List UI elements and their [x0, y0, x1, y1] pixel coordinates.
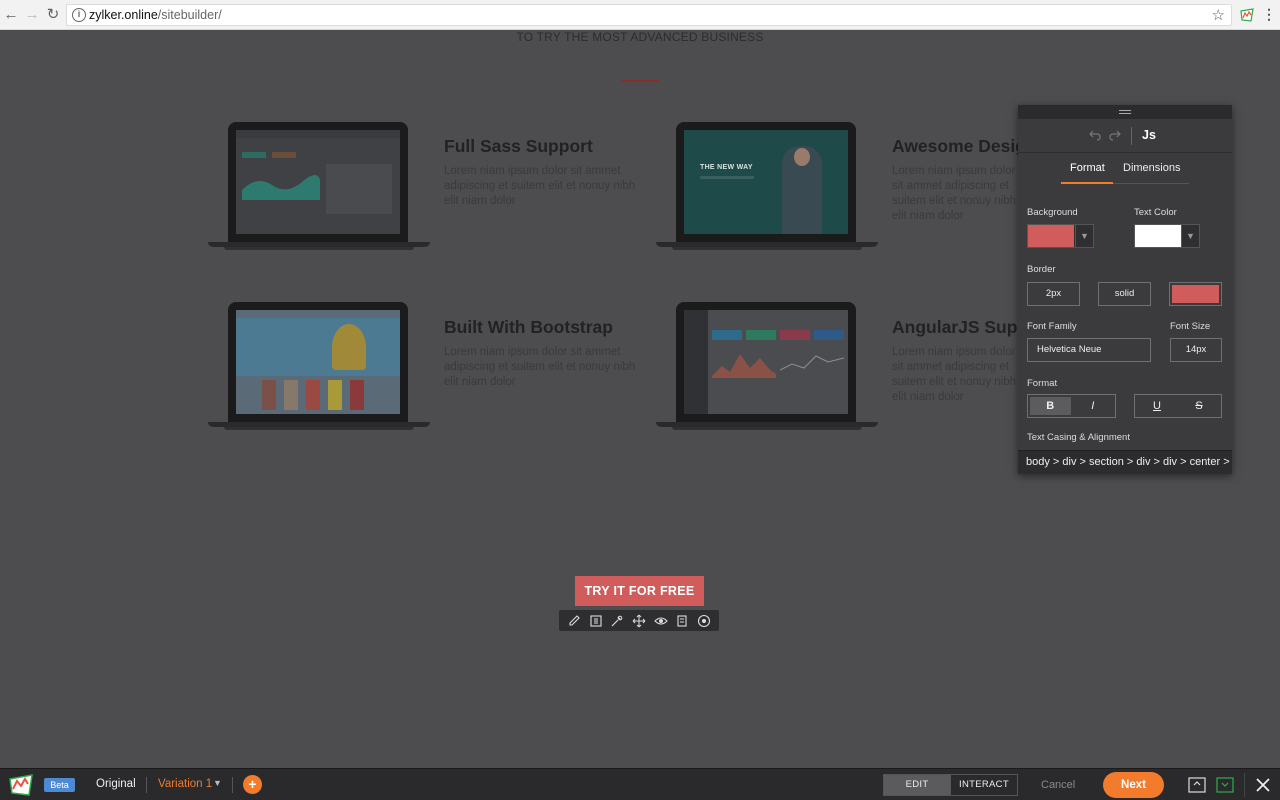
feature-title: Awesome Design	[892, 136, 1037, 156]
font-size-label: Font Size	[1170, 321, 1211, 332]
address-bar[interactable]: i zylker.online/sitebuilder/ ☆	[66, 4, 1232, 26]
extension-icon[interactable]	[1240, 8, 1254, 22]
back-icon[interactable]: ←	[2, 6, 20, 24]
original-variation-tab[interactable]: Original	[96, 778, 136, 790]
mode-toggle: EDIT INTERACT	[883, 774, 1018, 796]
bold-button[interactable]: B	[1030, 397, 1071, 415]
edit-mode-button[interactable]: EDIT	[884, 775, 950, 795]
laptop-mockup-bootstrap	[208, 302, 430, 432]
browser-toolbar: ← → ↻ i zylker.online/sitebuilder/ ☆ ⋮	[0, 0, 1280, 30]
editor-bottom-bar: Beta Original Variation 1 ▼ + EDIT INTER…	[0, 768, 1280, 800]
next-button[interactable]: Next	[1103, 772, 1164, 798]
interact-mode-button[interactable]: INTERACT	[950, 775, 1017, 795]
border-label: Border	[1027, 264, 1056, 275]
add-variation-button[interactable]: +	[243, 775, 262, 794]
text-casing-label: Text Casing & Alignment	[1027, 432, 1130, 443]
font-family-label: Font Family	[1027, 321, 1077, 332]
redo-icon[interactable]	[1108, 128, 1122, 142]
font-family-field[interactable]: Helvetica Neue	[1027, 338, 1151, 362]
move-icon[interactable]	[632, 614, 646, 628]
hero-subtitle: TO TRY THE MOST ADVANCED BUSINESS	[516, 30, 764, 44]
element-toolbar	[559, 610, 719, 631]
close-icon[interactable]	[1254, 775, 1272, 795]
feature-title: Built With Bootstrap	[444, 317, 613, 337]
forward-icon[interactable]: →	[23, 6, 41, 24]
border-color-picker[interactable]	[1169, 282, 1222, 306]
desktop-view-icon[interactable]	[1187, 775, 1207, 795]
laptop-mockup-landing: THE NEW WAY	[656, 122, 878, 252]
js-mode-label[interactable]: Js	[1142, 128, 1156, 142]
strikethrough-button[interactable]: S	[1179, 397, 1219, 415]
underline-strike-group: U S	[1134, 394, 1222, 418]
reload-icon[interactable]: ↻	[44, 6, 62, 24]
tab-dimensions[interactable]: Dimensions	[1123, 162, 1180, 174]
border-style-field[interactable]: solid	[1098, 282, 1151, 306]
text-color-picker[interactable]: ▼	[1134, 224, 1200, 248]
url-text[interactable]: zylker.online/sitebuilder/	[89, 8, 222, 22]
feature-text: Lorem niam ipsum dolor sit ammet adipisc…	[892, 346, 1017, 403]
browser-menu-icon[interactable]: ⋮	[1262, 6, 1276, 23]
undo-icon[interactable]	[1088, 128, 1102, 142]
font-size-field[interactable]: 14px	[1170, 338, 1222, 362]
underline-button[interactable]: U	[1137, 397, 1177, 415]
bookmark-star-icon[interactable]: ☆	[1212, 6, 1225, 24]
variation-tab[interactable]: Variation 1	[158, 778, 212, 790]
panel-drag-handle[interactable]	[1018, 105, 1232, 119]
chevron-down-icon[interactable]: ▼	[213, 778, 222, 788]
bold-italic-group: B I	[1027, 394, 1116, 418]
try-it-free-button[interactable]: TRY IT FOR FREE	[575, 576, 704, 606]
background-color-picker[interactable]: ▼	[1027, 224, 1094, 248]
active-tab-indicator	[1061, 182, 1113, 184]
feature-text: Lorem niam ipsum dolor sit ammet adipisc…	[444, 346, 636, 388]
app-logo-icon	[9, 774, 33, 796]
italic-button[interactable]: I	[1073, 397, 1114, 415]
background-label: Background	[1027, 207, 1078, 218]
text-color-label: Text Color	[1134, 207, 1177, 218]
feature-text: Lorem niam ipsum dolor sit ammet adipisc…	[444, 165, 636, 207]
laptop-mockup-angular	[656, 302, 878, 432]
tab-format[interactable]: Format	[1070, 162, 1105, 174]
laptop-screen-headline: THE NEW WAY	[700, 164, 753, 171]
copy-icon[interactable]	[675, 614, 689, 628]
format-label: Format	[1027, 378, 1058, 389]
element-breadcrumb[interactable]: body > div > section > div > div > cente…	[1018, 450, 1232, 474]
border-width-field[interactable]: 2px	[1027, 282, 1080, 306]
style-editor-panel: Js Format Dimensions Background ▼ Text C…	[1018, 105, 1232, 474]
panel-header: Js	[1018, 119, 1232, 153]
pencil-icon[interactable]	[567, 614, 581, 628]
feature-title: Full Sass Support	[444, 136, 593, 156]
feature-text: Lorem niam ipsum dolor sit ammet adipisc…	[892, 165, 1017, 222]
section-divider	[621, 80, 659, 82]
eye-icon[interactable]	[653, 614, 668, 628]
target-icon[interactable]	[697, 614, 711, 628]
eyedropper-icon[interactable]	[610, 614, 624, 628]
mobile-view-icon[interactable]	[1215, 775, 1235, 795]
info-icon[interactable]: i	[72, 8, 86, 22]
select-parent-icon[interactable]	[589, 614, 603, 628]
laptop-mockup-dashboard	[208, 122, 430, 252]
beta-badge: Beta	[44, 778, 75, 792]
cancel-button[interactable]: Cancel	[1041, 779, 1075, 791]
